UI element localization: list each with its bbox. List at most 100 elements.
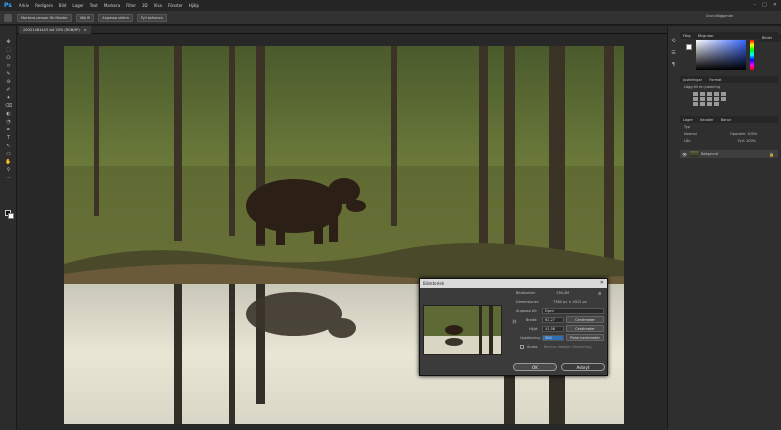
curves-icon[interactable]: [707, 92, 712, 96]
ok-button[interactable]: OK: [513, 363, 557, 371]
workspace-select[interactable]: Grundläggande: [706, 14, 733, 18]
height-input[interactable]: 41,58: [542, 326, 564, 332]
menu-text[interactable]: Text: [87, 3, 101, 8]
menu-fonster[interactable]: Fönster: [165, 3, 186, 8]
zoom-tool-icon[interactable]: ⚲: [5, 168, 12, 173]
height-label: Höjd:: [529, 327, 539, 331]
tab-color[interactable]: Färg: [680, 33, 693, 40]
menu-markera[interactable]: Markera: [101, 3, 123, 8]
settings-gear-icon[interactable]: ⚙: [598, 291, 602, 296]
channel-mixer-icon[interactable]: [721, 97, 726, 101]
color-balance-icon[interactable]: [700, 97, 705, 101]
close-icon[interactable]: ✕: [773, 2, 777, 8]
tab-adjustments[interactable]: Justeringar: [680, 77, 705, 84]
fit-screen-button[interactable]: Anpassa skärm: [98, 13, 133, 22]
type-tool-icon[interactable]: T: [5, 136, 12, 141]
panel-foreground-swatch[interactable]: [686, 44, 692, 50]
tab-close-icon[interactable]: ×: [84, 26, 87, 34]
maximize-icon[interactable]: □: [762, 2, 767, 8]
menu-redigera[interactable]: Redigera: [32, 3, 56, 8]
width-input[interactable]: 62,27: [542, 317, 564, 323]
menu-lager[interactable]: Lager: [69, 3, 86, 8]
opacity-field[interactable]: Opacitet: 100%: [730, 132, 757, 136]
menu-hjalp[interactable]: Hjälp: [186, 3, 202, 8]
cancel-button[interactable]: Avbryt: [561, 363, 605, 371]
menu-3d[interactable]: 3D: [139, 3, 151, 8]
lasso-tool-icon[interactable]: ⵔ: [5, 56, 12, 61]
healing-tool-icon[interactable]: ⊘: [5, 80, 12, 85]
exposure-icon[interactable]: [714, 92, 719, 96]
blend-mode-select[interactable]: Normal: [684, 132, 697, 136]
eraser-tool-icon[interactable]: ⌫: [5, 104, 12, 109]
constrain-link-icon[interactable]: ⛓: [512, 319, 517, 324]
tab-swatches[interactable]: Färgrutor: [695, 33, 717, 40]
resolution-unit-select[interactable]: Pixlar/centimeter: [566, 334, 604, 341]
menu-filter[interactable]: Filter: [123, 3, 139, 8]
image-size-value: 136,4M: [556, 291, 570, 295]
adjustments-panel-tabs: Justeringar Format: [680, 76, 778, 83]
visibility-eye-icon[interactable]: 👁: [682, 152, 687, 157]
menu-arkiv[interactable]: Arkiv: [16, 3, 32, 8]
resample-method-select[interactable]: Bevara detaljer (förstoring): [544, 345, 592, 349]
tab-paths[interactable]: Banor: [718, 117, 734, 124]
layer-filter-select[interactable]: Typ: [684, 125, 690, 129]
tab-styles[interactable]: Format: [706, 77, 724, 84]
rectangle-tool-icon[interactable]: ▭: [5, 152, 12, 157]
width-unit-select[interactable]: Centimeter: [566, 316, 604, 323]
invert-icon[interactable]: [693, 102, 698, 106]
fill-screen-button[interactable]: Fyll skärmen: [136, 13, 167, 22]
gradient-tool-icon[interactable]: ◐: [5, 112, 12, 117]
dialog-titlebar: Bildstorlek ✕: [420, 279, 607, 288]
paragraph-icon[interactable]: ¶: [670, 62, 677, 68]
tab-layers[interactable]: Lager: [680, 117, 696, 124]
gradient-map-icon[interactable]: [714, 102, 719, 106]
brightness-icon[interactable]: [693, 92, 698, 96]
vibrance-icon[interactable]: [721, 92, 726, 96]
fill-field[interactable]: Fyll: 100%: [738, 139, 756, 143]
posterize-icon[interactable]: [700, 102, 705, 106]
actual-pixels-button[interactable]: Välj fil: [75, 13, 95, 22]
image-size-dialog: Bildstorlek ✕ Bildstorlek: 136,4M ⚙ Dime…: [419, 278, 608, 376]
dodge-tool-icon[interactable]: ◔: [5, 120, 12, 125]
options-bar: Markera person för fönster Välj fil Anpa…: [0, 11, 781, 25]
path-select-tool-icon[interactable]: ↖: [5, 144, 12, 149]
menu-visa[interactable]: Visa: [151, 3, 165, 8]
lock-label: Lås:: [684, 139, 692, 143]
dialog-preview[interactable]: [423, 305, 502, 355]
more-tools-icon[interactable]: ⋯: [5, 176, 12, 181]
pen-tool-icon[interactable]: ✒: [5, 128, 12, 133]
crop-tool-icon[interactable]: ⌑: [5, 64, 12, 69]
marquee-tool-icon[interactable]: ⬚: [5, 48, 12, 53]
color-picker-field[interactable]: [696, 40, 746, 70]
resolution-input[interactable]: 300: [542, 335, 564, 341]
background-color-swatch[interactable]: [8, 213, 14, 219]
layer-row-background[interactable]: 👁 Bakgrund 🔒: [680, 150, 778, 158]
width-label: Bredd:: [526, 318, 538, 322]
hue-slider[interactable]: [750, 40, 754, 70]
tab-channels[interactable]: Kanaler: [697, 117, 716, 124]
zoom-tool-icon[interactable]: [4, 13, 12, 22]
threshold-icon[interactable]: [707, 102, 712, 106]
dialog-close-icon[interactable]: ✕: [600, 279, 604, 288]
collapsed-panel-libraries[interactable]: Bilder: [759, 34, 781, 42]
bw-icon[interactable]: [707, 97, 712, 101]
height-unit-select[interactable]: Centimeter: [566, 325, 604, 332]
eyedropper-tool-icon[interactable]: ✎: [5, 72, 12, 77]
photo-filter-icon[interactable]: [714, 97, 719, 101]
menu-bild[interactable]: Bild: [56, 3, 70, 8]
properties-icon[interactable]: ☰: [670, 50, 677, 56]
brush-tool-icon[interactable]: ✐: [5, 88, 12, 93]
fit-to-select[interactable]: Egen: [542, 308, 604, 314]
document-tab-bar: 20G21481443 vid 25% (RGB/8*) ×: [17, 26, 673, 34]
history-icon[interactable]: ⟲: [670, 38, 677, 44]
hue-sat-icon[interactable]: [693, 97, 698, 101]
stamp-tool-icon[interactable]: ✦: [5, 96, 12, 101]
resample-checkbox[interactable]: [520, 345, 524, 349]
hand-tool-icon[interactable]: ✋: [5, 160, 12, 165]
layer-name: Bakgrund: [701, 152, 718, 156]
minimize-icon[interactable]: –: [754, 2, 757, 8]
resize-windows-button[interactable]: Markera person för fönster: [17, 13, 72, 22]
move-tool-icon[interactable]: ✥: [5, 40, 12, 45]
document-tab[interactable]: 20G21481443 vid 25% (RGB/8*) ×: [19, 26, 91, 34]
levels-icon[interactable]: [700, 92, 705, 96]
